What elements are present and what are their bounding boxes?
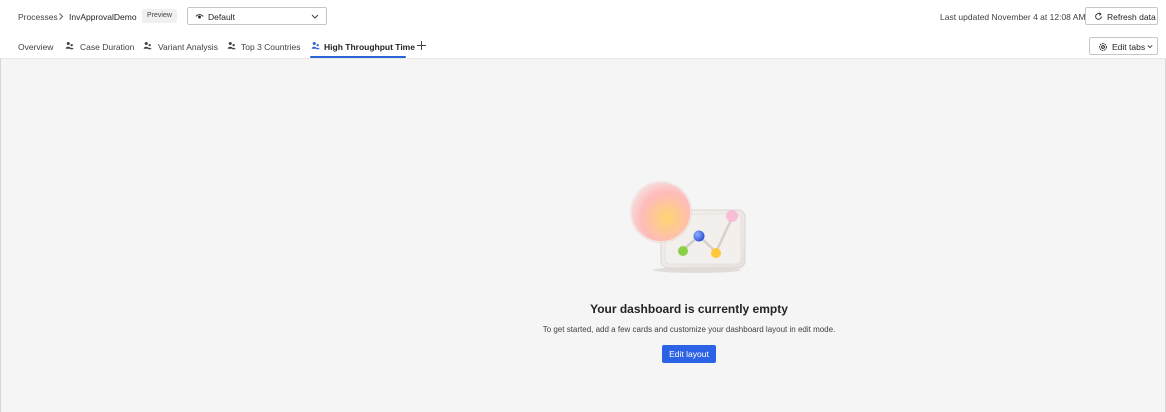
edit-layout-button[interactable]: Edit layout (662, 345, 716, 363)
gear-icon (1099, 43, 1107, 51)
refresh-data-button[interactable]: Refresh data (1085, 7, 1158, 25)
tab-label: Case Duration (80, 42, 135, 52)
tab-label: Variant Analysis (158, 42, 218, 52)
breadcrumb-current: InvApprovalDemo (69, 12, 137, 22)
tab-overview[interactable]: Overview (18, 33, 54, 59)
active-tab-indicator (310, 56, 406, 58)
chevron-right-icon (59, 13, 64, 20)
tab-label: Top 3 Countries (241, 42, 301, 52)
tab-label: Overview (18, 42, 54, 52)
tab-variant-analysis[interactable]: Variant Analysis (143, 33, 218, 59)
empty-state-title: Your dashboard is currently empty (590, 302, 788, 316)
people-icon (65, 41, 74, 50)
top-bar: Processes InvApprovalDemo Preview Defaul… (0, 0, 1166, 33)
last-updated-text: Last updated November 4 at 12:08 AM (940, 12, 1086, 22)
people-icon (143, 41, 152, 50)
eye-icon (195, 14, 204, 19)
app-frame (0, 0, 1166, 412)
tab-case-duration[interactable]: Case Duration (65, 33, 134, 59)
people-icon (311, 41, 320, 50)
people-icon (227, 41, 236, 50)
view-dropdown-value: Default (208, 12, 235, 22)
chevron-down-icon (1147, 44, 1153, 49)
chevron-down-icon (311, 14, 319, 19)
add-tab-icon[interactable] (416, 40, 427, 51)
refresh-data-label: Refresh data (1107, 12, 1156, 22)
view-dropdown[interactable]: Default (187, 7, 327, 25)
refresh-icon (1095, 12, 1102, 20)
preview-badge: Preview (142, 9, 177, 23)
edit-tabs-label: Edit tabs (1112, 42, 1146, 52)
empty-dashboard-illustration (630, 181, 746, 273)
tab-label: High Throughput Time (324, 42, 415, 52)
tab-top-3-countries[interactable]: Top 3 Countries (227, 33, 301, 59)
tab-high-throughput-time[interactable]: High Throughput Time (310, 33, 415, 59)
breadcrumb-processes-link[interactable]: Processes (18, 12, 58, 22)
tab-bar: Overview Case Duration Variant Analysis … (0, 33, 1166, 59)
edit-tabs-button[interactable]: Edit tabs (1089, 37, 1158, 55)
empty-state-subtitle: To get started, add a few cards and cust… (542, 325, 836, 334)
